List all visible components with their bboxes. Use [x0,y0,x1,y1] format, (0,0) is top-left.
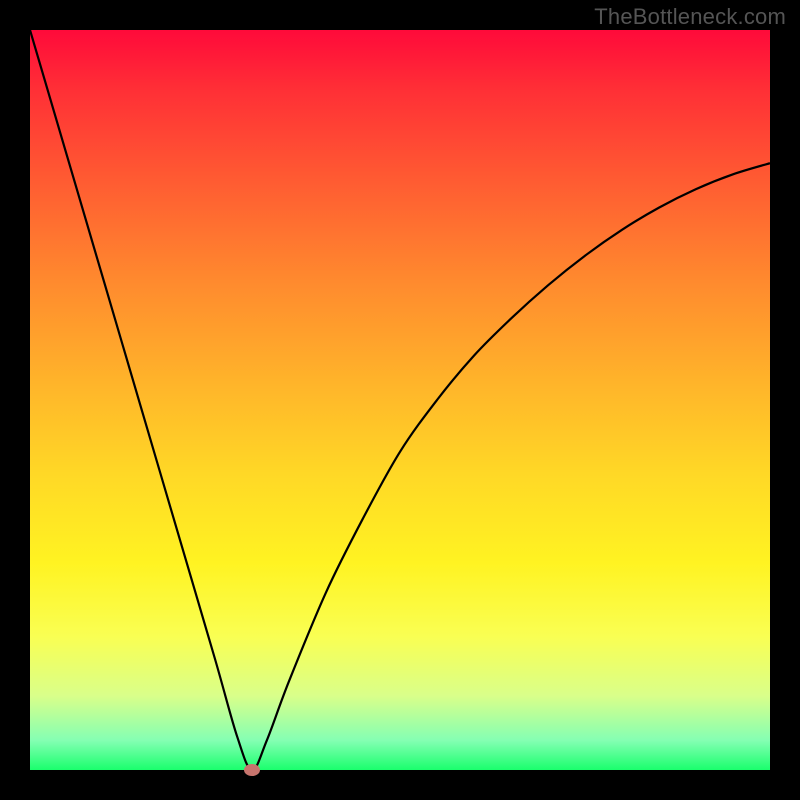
curve-line [30,30,770,770]
plot-area [30,30,770,770]
optimal-point-marker [244,764,260,776]
chart-frame: TheBottleneck.com [0,0,800,800]
watermark-text: TheBottleneck.com [594,4,786,30]
bottleneck-curve [30,30,770,770]
